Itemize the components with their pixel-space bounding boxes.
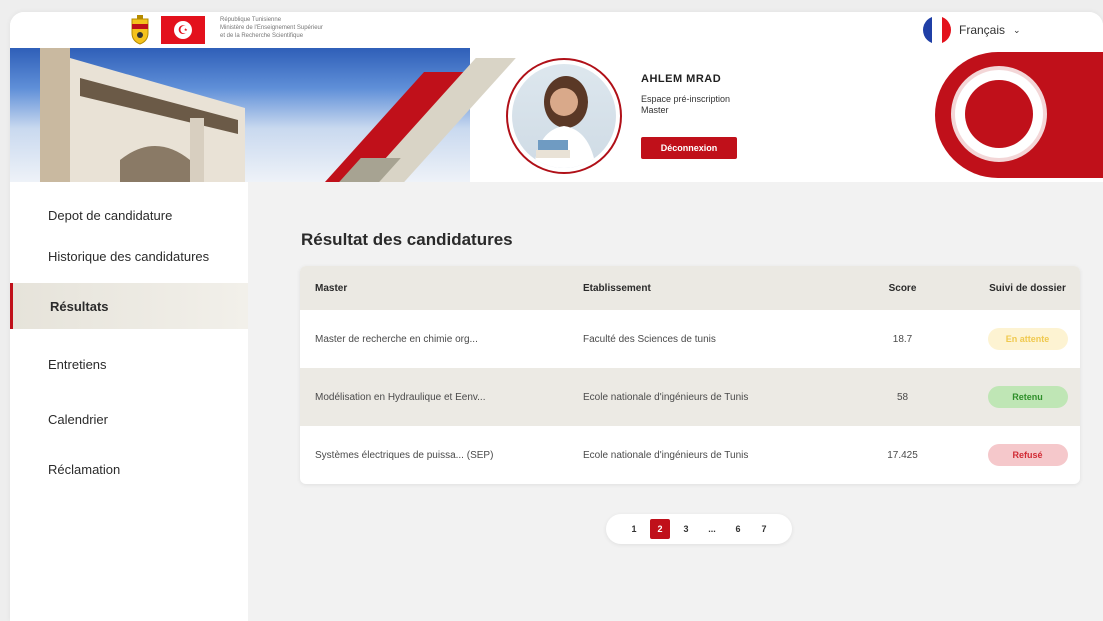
status-badge[interactable]: Refusé — [987, 444, 1068, 466]
sidebar: Depot de candidature Historique des cand… — [10, 182, 248, 621]
cell-suivi: Refusé — [975, 444, 1080, 466]
logout-button[interactable]: Déconnexion — [641, 137, 737, 159]
language-label: Français — [959, 23, 1006, 37]
tunisia-emblem-icon — [131, 15, 149, 45]
ministry-line: République Tunisienne — [220, 17, 282, 23]
results-table: Master Etablissement Score Suivi de doss… — [300, 266, 1080, 484]
sidebar-item-reclamation[interactable]: Réclamation — [10, 446, 248, 492]
page-button[interactable]: 1 — [624, 519, 644, 539]
cell-etablissement: Faculté des Sciences de tunis — [583, 333, 716, 345]
avatar — [506, 58, 622, 174]
page-ellipsis: ... — [708, 524, 716, 534]
pagination: 1 2 3 ... 6 7 — [606, 514, 792, 544]
ministry-line: Ministère de l'Enseignement Supérieur — [220, 25, 323, 31]
cell-suivi: En attente — [975, 328, 1080, 350]
user-name: AHLEM MRAD — [641, 73, 722, 85]
avatar-image — [512, 64, 616, 168]
sidebar-item-depot[interactable]: Depot de candidature — [10, 192, 248, 238]
cell-suivi: Retenu — [975, 386, 1080, 408]
table-row[interactable]: Systèmes électriques de puissa... (SEP) … — [300, 426, 1080, 484]
university-logo — [951, 66, 1047, 162]
status-badge[interactable]: Retenu — [987, 386, 1068, 408]
chevron-down-icon: ⌄ — [1013, 24, 1021, 35]
status-badge[interactable]: En attente — [987, 328, 1068, 350]
column-header-etablissement: Etablissement — [583, 282, 651, 294]
france-flag-icon — [923, 16, 951, 44]
column-header-master: Master — [315, 282, 348, 294]
sidebar-item-entretiens[interactable]: Entretiens — [10, 341, 248, 387]
ministry-line: et de la Recherche Scientifique — [220, 33, 304, 39]
page-title: Résultat des candidatures — [301, 230, 513, 249]
page-button[interactable]: 7 — [754, 519, 774, 539]
page-button[interactable]: 2 — [650, 519, 670, 539]
cell-score: 18.7 — [892, 333, 913, 345]
top-bar: ☪ République Tunisienne Ministère de l'E… — [10, 12, 1103, 48]
app-frame: ☪ République Tunisienne Ministère de l'E… — [10, 12, 1103, 621]
university-gate-illustration — [40, 48, 245, 182]
user-level: Master — [641, 105, 669, 115]
column-header-suivi: Suivi de dossier — [989, 282, 1066, 294]
cell-master: Master de recherche en chimie org... — [315, 333, 478, 345]
cell-etablissement: Ecole nationale d'ingénieurs de Tunis — [583, 449, 749, 461]
cell-score: 17.425 — [887, 449, 918, 461]
tunisia-flag-icon: ☪ — [161, 16, 205, 44]
page-button[interactable]: 6 — [728, 519, 748, 539]
table-header: Master Etablissement Score Suivi de doss… — [300, 266, 1080, 310]
page-button[interactable]: 3 — [676, 519, 696, 539]
main-content: Résultat des candidatures Master Etablis… — [248, 182, 1103, 621]
sidebar-item-historique[interactable]: Historique des candidatures — [10, 233, 248, 279]
table-row[interactable]: Master de recherche en chimie org... Fac… — [300, 310, 1080, 368]
university-logo-block — [935, 52, 1103, 178]
profile-banner: AHLEM MRAD Espace pré-inscription Master… — [10, 48, 1103, 182]
university-logo-icon — [965, 80, 1033, 148]
sidebar-item-calendrier[interactable]: Calendrier — [10, 396, 248, 442]
cell-etablissement: Ecole nationale d'ingénieurs de Tunis — [583, 391, 749, 403]
table-row[interactable]: Modélisation en Hydraulique et Eenv... E… — [300, 368, 1080, 426]
language-selector[interactable]: Français ⌄ — [923, 16, 1021, 44]
cell-score: 58 — [896, 391, 909, 403]
cell-master: Modélisation en Hydraulique et Eenv... — [315, 391, 486, 403]
sidebar-item-resultats[interactable]: Résultats — [10, 283, 248, 329]
ministry-title: République Tunisienne Ministère de l'Ens… — [220, 16, 420, 40]
column-header-score: Score — [888, 282, 917, 294]
person-icon — [534, 76, 596, 168]
user-space: Espace pré-inscription — [641, 94, 731, 104]
cell-master: Systèmes électriques de puissa... (SEP) — [315, 449, 494, 461]
